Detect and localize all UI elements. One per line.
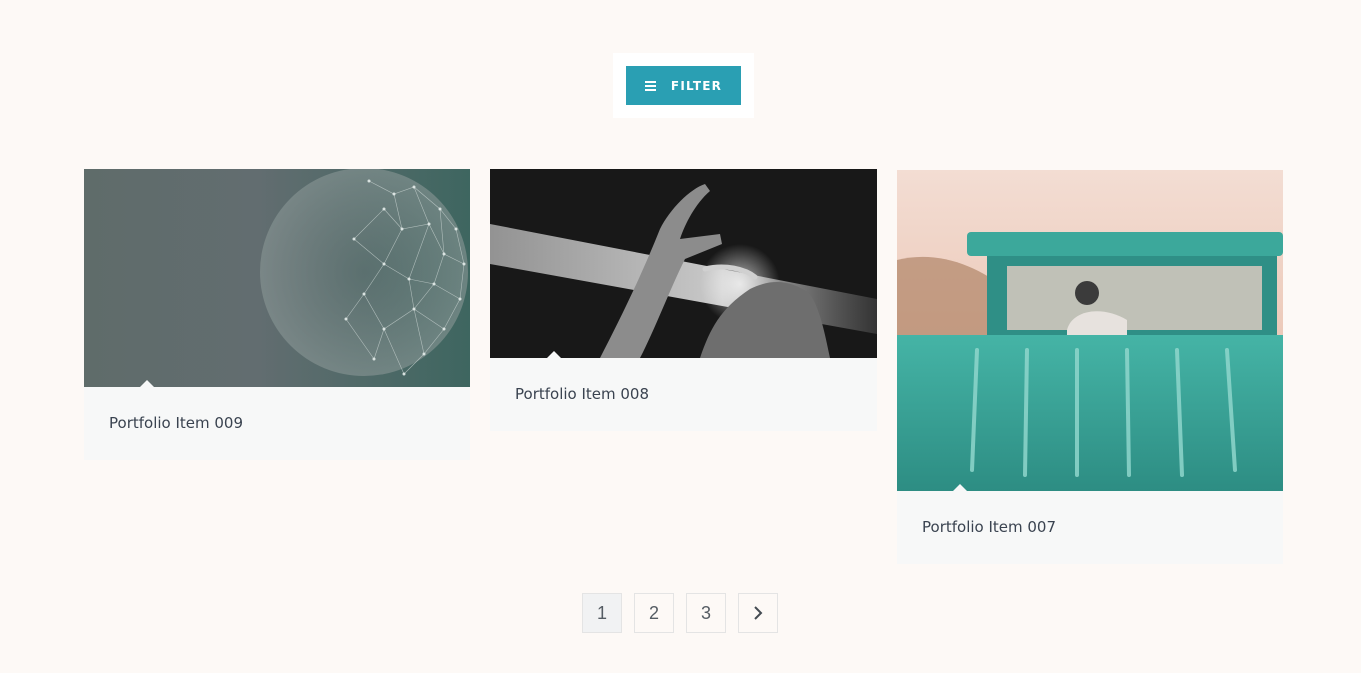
card-pointer — [140, 380, 154, 387]
filter-button[interactable]: Filter — [626, 66, 741, 105]
next-page-button[interactable] — [738, 593, 778, 633]
globe-network-image[interactable] — [84, 169, 470, 387]
hands-light-image[interactable] — [490, 169, 877, 358]
portfolio-page: Filter — [0, 0, 1361, 673]
card-title[interactable]: Portfolio Item 007 — [922, 518, 1056, 536]
card-pointer — [953, 484, 967, 491]
menu-icon — [644, 80, 656, 91]
card-title[interactable]: Portfolio Item 009 — [109, 414, 243, 432]
portfolio-card[interactable]: Portfolio Item 008 — [490, 169, 877, 431]
filter-label: Filter — [670, 78, 723, 93]
card-title[interactable]: Portfolio Item 008 — [515, 385, 649, 403]
filter-container: Filter — [613, 53, 754, 118]
card-pointer — [547, 351, 561, 358]
page-2-button[interactable]: 2 — [634, 593, 674, 633]
page-3-button[interactable]: 3 — [686, 593, 726, 633]
card-caption: Portfolio Item 007 — [897, 491, 1283, 564]
pagination: 1 2 3 — [582, 593, 778, 633]
portfolio-card[interactable]: Portfolio Item 007 — [897, 170, 1283, 564]
portfolio-card[interactable]: Portfolio Item 009 — [84, 169, 470, 460]
card-caption: Portfolio Item 008 — [490, 358, 877, 431]
chevron-right-icon — [754, 606, 763, 620]
teal-car-image[interactable] — [897, 170, 1283, 491]
card-caption: Portfolio Item 009 — [84, 387, 470, 460]
page-1-button[interactable]: 1 — [582, 593, 622, 633]
